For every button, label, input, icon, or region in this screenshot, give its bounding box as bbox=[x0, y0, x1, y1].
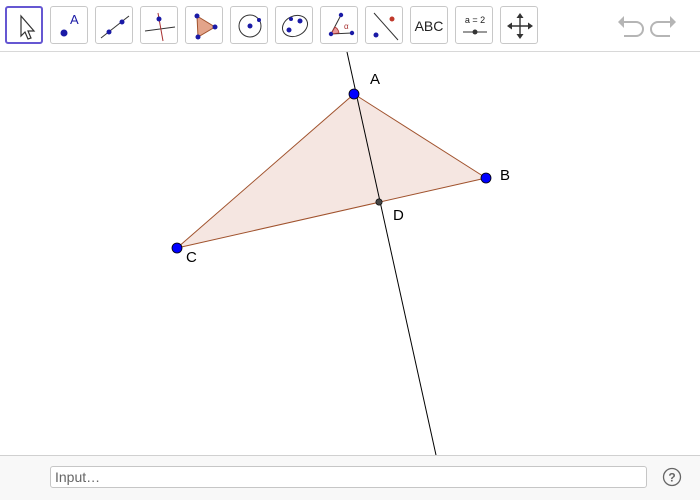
point-b[interactable] bbox=[480, 172, 492, 184]
line-icon bbox=[100, 15, 130, 39]
line-through-a-d[interactable] bbox=[346, 52, 437, 455]
graphics-svg bbox=[171, 52, 492, 455]
move-graphics-tool-button[interactable] bbox=[500, 6, 538, 44]
angle-icon: α bbox=[328, 12, 355, 37]
slider-icon: a = 2 bbox=[463, 15, 487, 35]
label-b: B bbox=[500, 167, 511, 184]
input-bar: ? bbox=[0, 455, 700, 500]
text-icon: ABC bbox=[414, 18, 444, 34]
slider-tool-label: a = 2 bbox=[465, 15, 485, 25]
circle-tool-button[interactable] bbox=[230, 6, 268, 44]
redo-icon[interactable] bbox=[650, 12, 680, 38]
graphics-view[interactable]: A B C D bbox=[0, 52, 700, 455]
polygon-icon bbox=[194, 13, 218, 40]
reflect-icon bbox=[373, 12, 399, 41]
move-tool-button[interactable] bbox=[5, 6, 43, 44]
label-a: A bbox=[370, 71, 381, 88]
line-tool-button[interactable] bbox=[95, 6, 133, 44]
angle-tool-label: α bbox=[344, 22, 349, 31]
conic-tool-button[interactable] bbox=[275, 6, 313, 44]
point-tool-button[interactable]: A bbox=[50, 6, 88, 44]
label-c: C bbox=[186, 249, 197, 266]
angle-tool-button[interactable]: α bbox=[320, 6, 358, 44]
move-view-icon bbox=[507, 13, 533, 39]
label-d: D bbox=[393, 207, 404, 224]
undo-icon[interactable] bbox=[614, 12, 644, 38]
reflect-tool-button[interactable] bbox=[365, 6, 403, 44]
point-tool-label: A bbox=[70, 12, 79, 27]
point-icon: A bbox=[60, 12, 79, 37]
text-tool-button[interactable]: ABC bbox=[410, 6, 448, 44]
arrow-cursor-icon bbox=[20, 14, 36, 40]
help-icon[interactable]: ? bbox=[662, 467, 682, 487]
algebra-input[interactable] bbox=[50, 466, 647, 488]
triangle-abc[interactable] bbox=[176, 93, 488, 249]
svg-text:?: ? bbox=[668, 471, 675, 485]
polygon-tool-button[interactable] bbox=[185, 6, 223, 44]
toolbar: A α ABC a = 2 bbox=[0, 0, 700, 52]
slider-tool-button[interactable]: a = 2 bbox=[455, 6, 493, 44]
ellipse-icon bbox=[281, 14, 309, 38]
point-c[interactable] bbox=[171, 242, 183, 254]
point-a[interactable] bbox=[348, 88, 360, 100]
perpendicular-line-icon bbox=[144, 12, 176, 42]
circle-center-point-icon bbox=[238, 14, 262, 38]
perpendicular-tool-button[interactable] bbox=[140, 6, 178, 44]
point-d[interactable] bbox=[375, 198, 383, 206]
